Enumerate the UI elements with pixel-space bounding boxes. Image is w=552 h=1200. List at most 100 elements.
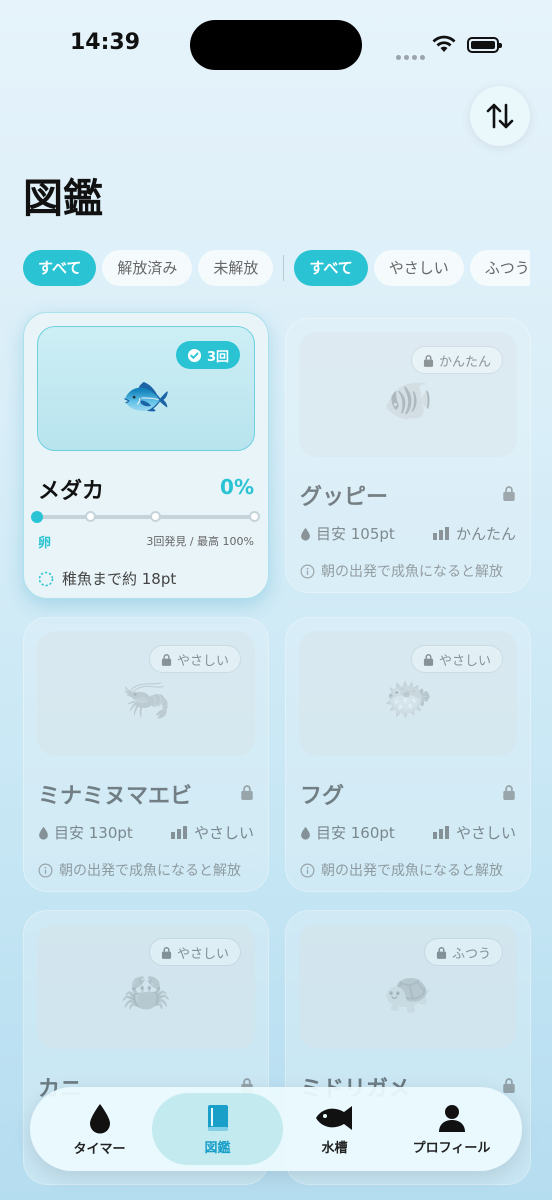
- filter-difficulty-easy[interactable]: やさしい: [373, 250, 464, 286]
- unlock-hint-text: 朝の出発で成魚になると解放: [321, 564, 503, 580]
- tab-label: プロフィール: [412, 1140, 491, 1156]
- info-icon: [300, 863, 315, 877]
- info-icon: [38, 863, 53, 877]
- tab-aquarium[interactable]: 水槽: [273, 1093, 396, 1165]
- growth-stage-dot: [249, 511, 260, 522]
- species-thumbnail: 3回 🐟: [37, 326, 255, 451]
- species-card-shrimp[interactable]: やさしい 🦐 ミナミヌマエビ 目安 130pt やさしい 朝の出発で成魚になると…: [23, 617, 269, 892]
- fish-image: 🦀: [121, 970, 171, 1016]
- battery-icon: [467, 37, 502, 53]
- species-stats: 目安 105pt かんたん: [300, 523, 516, 544]
- lock-icon: [503, 486, 515, 501]
- difficulty-badge: やさしい: [148, 938, 241, 966]
- info-icon: [300, 564, 315, 578]
- drop-icon: [89, 1103, 110, 1133]
- next-stage-text: 稚魚まで約 18pt: [62, 570, 177, 588]
- filter-status-unlocked[interactable]: 解放済み: [102, 250, 193, 286]
- lock-icon: [161, 653, 172, 666]
- lock-icon: [241, 785, 253, 800]
- drop-icon: [39, 826, 48, 840]
- filter-status-all[interactable]: すべて: [23, 250, 97, 286]
- dynamic-island: [190, 20, 362, 70]
- difficulty-label: やさしい: [455, 824, 516, 842]
- species-name: グッピー: [300, 485, 389, 510]
- unlock-hint-text: 朝の出発で成魚になると解放: [59, 863, 241, 879]
- tab-timer[interactable]: タイマー: [38, 1093, 161, 1165]
- fish-image: 🐢: [383, 970, 433, 1016]
- fish-image: 🦐: [121, 677, 171, 723]
- fish-image: 🐠: [383, 378, 433, 424]
- target-points: 目安 130pt: [54, 824, 133, 842]
- target-points: 目安 105pt: [316, 525, 395, 543]
- fish-icon: [315, 1105, 352, 1130]
- difficulty-bars-icon: [170, 826, 187, 839]
- growth-progress-track: [31, 511, 260, 523]
- lock-icon: [436, 946, 447, 959]
- species-stats: 目安 130pt やさしい: [38, 822, 254, 843]
- tab-label: 図鑑: [204, 1140, 231, 1156]
- species-name: フグ: [300, 784, 345, 809]
- fish-image: 🐡: [383, 677, 433, 723]
- species-name: メダカ: [38, 479, 105, 504]
- filter-bar: すべて 解放済み 未解放 すべて やさしい ふつう: [23, 250, 530, 286]
- growth-stage-dot: [31, 511, 43, 523]
- species-card-guppy[interactable]: かんたん 🐠 グッピー 目安 105pt かんたん 朝の出発で成魚になると解放: [285, 318, 531, 593]
- unlock-hint: 朝の出発で成魚になると解放: [300, 860, 503, 880]
- tab-bar: タイマー 図鑑 水槽 プロフィール: [30, 1087, 522, 1171]
- species-thumbnail: やさしい 🦀: [37, 924, 255, 1049]
- unlock-hint: 朝の出発で成魚になると解放: [38, 860, 241, 880]
- difficulty-bars-icon: [432, 826, 449, 839]
- growth-stage-dot: [150, 511, 161, 522]
- tab-encyclopedia[interactable]: 図鑑: [152, 1093, 283, 1165]
- unlock-hint: 朝の出発で成魚になると解放: [300, 561, 503, 581]
- difficulty-badge: やさしい: [148, 645, 241, 673]
- lock-icon: [161, 946, 172, 959]
- species-card-medaka[interactable]: 3回 🐟 メダカ 0% 卵 3回発見 / 最高 100% 稚魚まで約 18pt: [23, 312, 269, 599]
- difficulty-badge-label: ふつう: [451, 946, 491, 962]
- sort-button[interactable]: [470, 86, 530, 146]
- status-bar: 14:39: [0, 0, 552, 90]
- difficulty-badge-label: かんたん: [438, 354, 491, 370]
- growth-percent: 0%: [220, 475, 254, 499]
- difficulty-bars-icon: [432, 527, 449, 540]
- tab-label: タイマー: [73, 1141, 126, 1157]
- difficulty-label: やさしい: [193, 824, 254, 842]
- species-name: ミナミヌマエビ: [38, 784, 193, 809]
- verified-icon: [187, 348, 202, 362]
- species-card-fugu[interactable]: やさしい 🐡 フグ 目安 160pt やさしい 朝の出発で成魚になると解放: [285, 617, 531, 892]
- lock-icon: [503, 785, 515, 800]
- species-stats: 目安 160pt やさしい: [300, 822, 516, 843]
- drop-icon: [301, 527, 310, 541]
- lock-icon: [423, 354, 434, 367]
- status-time: 14:39: [70, 30, 141, 55]
- found-record: 3回発見 / 最高 100%: [146, 535, 254, 548]
- tab-profile[interactable]: プロフィール: [390, 1093, 513, 1165]
- difficulty-badge: ふつう: [423, 938, 503, 966]
- fish-image: 🐟: [121, 373, 171, 419]
- filter-difficulty-normal[interactable]: ふつう: [469, 250, 530, 286]
- tab-label: 水槽: [321, 1140, 348, 1156]
- unlock-hint-text: 朝の出発で成魚になると解放: [321, 863, 503, 879]
- discovered-count: 3回: [206, 349, 229, 365]
- page-title: 図鑑: [23, 176, 103, 222]
- growth-stage-label: 卵: [38, 536, 52, 551]
- signal-icon: [396, 45, 428, 64]
- species-thumbnail: ふつう 🐢: [299, 924, 517, 1049]
- person-icon: [438, 1104, 465, 1132]
- difficulty-badge-label: やさしい: [438, 653, 491, 669]
- next-stage-info: 稚魚まで約 18pt: [38, 568, 176, 589]
- discovered-badge: 3回: [175, 341, 240, 369]
- lock-icon: [503, 1078, 515, 1093]
- progress-ring-icon: [38, 571, 54, 586]
- book-icon: [207, 1104, 228, 1131]
- filter-difficulty-all[interactable]: すべて: [294, 250, 368, 286]
- difficulty-label: かんたん: [455, 525, 516, 543]
- lock-icon: [423, 653, 434, 666]
- species-thumbnail: やさしい 🐡: [299, 631, 517, 756]
- filter-status-locked[interactable]: 未解放: [198, 250, 274, 286]
- growth-stage-dot: [85, 511, 96, 522]
- difficulty-badge-label: やさしい: [176, 946, 229, 962]
- sort-icon: [486, 103, 514, 129]
- difficulty-badge: かんたん: [410, 346, 503, 374]
- species-thumbnail: かんたん 🐠: [299, 332, 517, 457]
